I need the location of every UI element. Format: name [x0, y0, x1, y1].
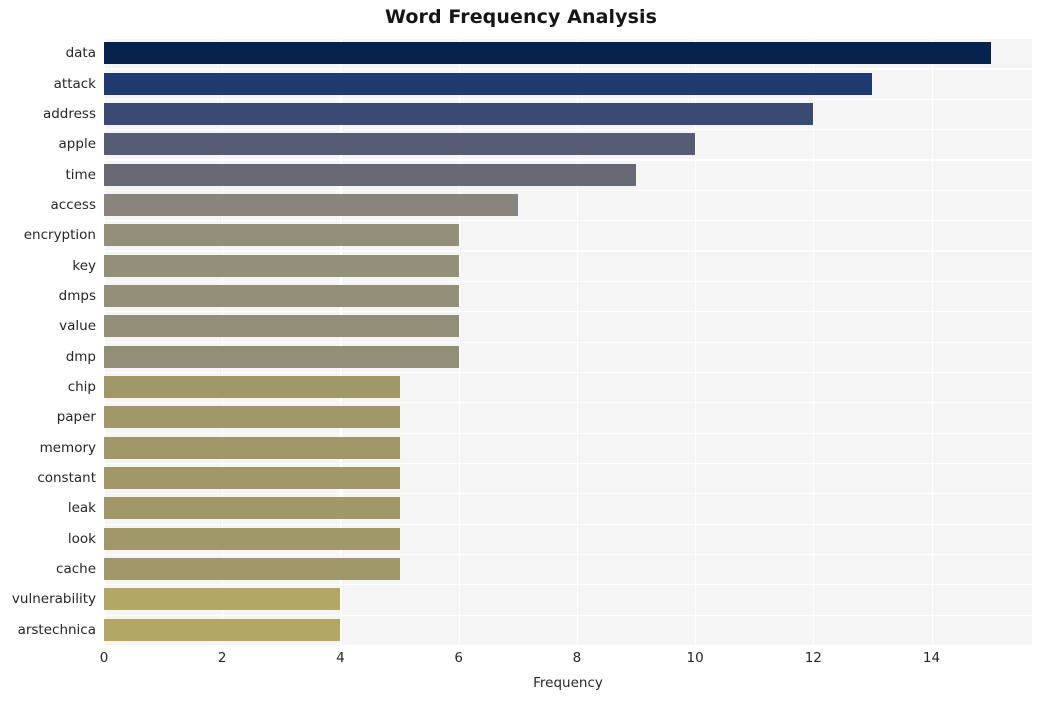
bar — [104, 376, 400, 399]
y-axis-tick-label: constant — [37, 470, 96, 487]
y-axis-tick-label: access — [50, 196, 97, 213]
y-axis-tick-label: chip — [67, 379, 96, 396]
horizontal-gridline — [104, 68, 1032, 70]
horizontal-gridline — [104, 371, 1032, 374]
y-axis-tick-label: apple — [58, 136, 96, 153]
y-axis-tick-label: dmp — [65, 348, 96, 365]
bar — [104, 618, 341, 641]
x-axis-tick-labels: 0 2 4 6 8 10 12 14 — [0, 650, 1042, 670]
y-axis-tick-label: look — [67, 530, 96, 547]
y-axis-tick-label: data — [65, 45, 96, 62]
y-axis-tick-label: arstechnica — [17, 621, 96, 638]
horizontal-gridline — [104, 614, 1032, 616]
x-axis-tick-label: 14 — [922, 650, 941, 666]
y-axis-tick-labels: data attack address apple time access encrypti… — [0, 38, 96, 645]
horizontal-gridline — [104, 553, 1032, 556]
horizontal-gridline — [104, 159, 1032, 161]
x-axis-label: Frequency — [533, 675, 603, 691]
plot-area — [104, 38, 1032, 645]
y-axis-tick-label: time — [65, 166, 96, 183]
y-axis-tick-label: value — [59, 318, 96, 335]
bar — [104, 527, 400, 550]
x-axis-tick-label: 12 — [804, 650, 822, 666]
bar — [104, 558, 400, 581]
x-axis-tick-label: 10 — [686, 650, 704, 666]
y-axis-tick-label: key — [72, 257, 96, 274]
horizontal-gridline — [104, 341, 1032, 343]
horizontal-gridline — [104, 311, 1032, 313]
chart-title: Word Frequency Analysis — [384, 6, 658, 28]
horizontal-gridline — [104, 98, 1032, 100]
bar — [104, 345, 459, 368]
horizontal-gridline — [104, 402, 1032, 404]
y-axis-tick-label: address — [42, 105, 96, 122]
y-axis-tick-label: vulnerability — [11, 591, 96, 608]
horizontal-gridline — [104, 523, 1032, 525]
horizontal-gridline — [104, 280, 1032, 282]
horizontal-gridline — [104, 493, 1032, 495]
bar — [104, 193, 518, 216]
bar — [104, 406, 400, 429]
y-axis-tick-label: leak — [67, 500, 96, 517]
bar — [104, 163, 636, 186]
y-axis-tick-label: dmps — [58, 287, 96, 304]
word-frequency-chart-figure: Word Frequency Analysis data attack addres… — [0, 0, 1042, 701]
bar — [104, 224, 459, 247]
bar — [104, 254, 459, 277]
horizontal-gridline — [104, 129, 1032, 131]
bar — [104, 497, 400, 520]
y-axis-tick-label: memory — [39, 439, 96, 456]
y-axis-tick-label: cache — [56, 561, 96, 578]
horizontal-gridline — [104, 220, 1032, 222]
x-axis-tick-label: 2 — [217, 650, 227, 666]
bar — [104, 284, 459, 307]
bar — [104, 588, 341, 611]
x-axis-tick-label: 0 — [99, 650, 109, 666]
horizontal-gridline — [104, 250, 1032, 252]
x-axis-tick-label: 8 — [572, 650, 582, 666]
x-axis-tick-label: 4 — [336, 650, 345, 666]
bar — [104, 72, 873, 95]
bar — [104, 133, 696, 156]
bar — [104, 102, 814, 125]
bar — [104, 315, 459, 338]
bar — [104, 467, 400, 490]
horizontal-gridline — [104, 584, 1032, 586]
y-axis-tick-label: encryption — [23, 227, 96, 244]
horizontal-gridline — [104, 189, 1032, 191]
bar — [104, 436, 400, 459]
bar — [104, 42, 991, 65]
horizontal-gridline — [104, 462, 1032, 465]
x-axis-tick-label: 6 — [454, 650, 463, 666]
horizontal-gridline — [104, 38, 1032, 40]
y-axis-tick-label: paper — [56, 409, 96, 426]
y-axis-tick-label: attack — [53, 75, 96, 92]
horizontal-gridline — [104, 432, 1032, 434]
